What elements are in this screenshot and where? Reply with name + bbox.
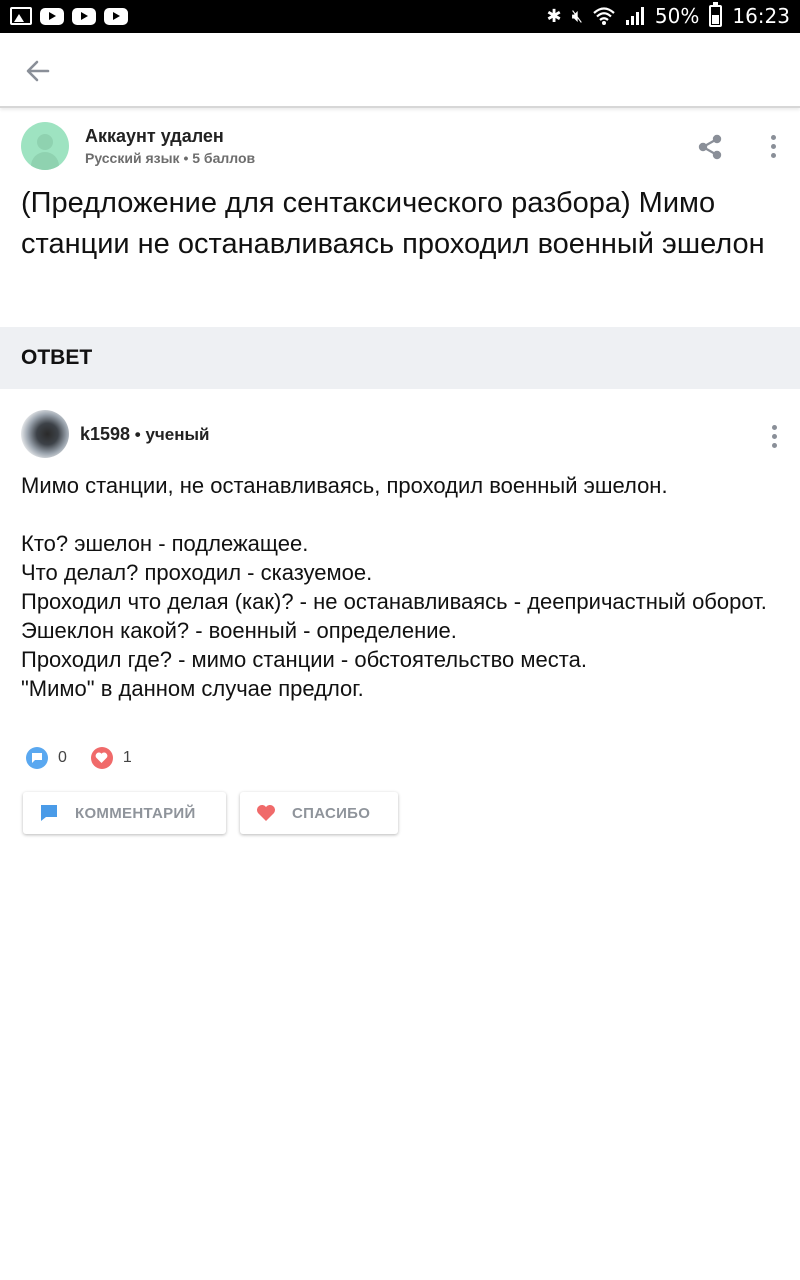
comment-icon	[41, 805, 57, 821]
wifi-icon	[593, 7, 615, 25]
status-bar: ✱ 🔇︎ 50% 16:23	[0, 0, 800, 33]
share-button[interactable]	[695, 132, 725, 162]
more-vert-icon	[761, 132, 785, 158]
app-bar	[0, 33, 800, 108]
share-icon	[698, 134, 722, 160]
question-text: (Предложение для сентаксического разбора…	[21, 187, 765, 260]
heart-icon	[257, 805, 275, 821]
answer-line: Мимо станции, не останавливаясь, проходи…	[21, 473, 668, 498]
answer-line: Проходил что делая (как)? - не останавли…	[21, 589, 767, 614]
youtube-icon	[40, 7, 64, 25]
back-button[interactable]	[22, 55, 54, 87]
comment-icon	[26, 747, 48, 769]
answer-line: "Мимо" в данном случае предлог.	[21, 676, 364, 701]
answer-line: Эшеклон какой? - военный - определение.	[21, 618, 457, 643]
signal-icon	[625, 7, 644, 25]
avatar[interactable]	[21, 410, 69, 458]
thanks-button[interactable]: СПАСИБО	[240, 792, 398, 834]
answer-text: Мимо станции, не останавливаясь, проходи…	[21, 471, 781, 703]
gallery-icon	[10, 7, 32, 25]
answer-rank: ученый	[145, 425, 210, 444]
likes-count: 1	[122, 749, 132, 766]
arrow-left-icon	[26, 60, 50, 82]
bluetooth-icon: ✱	[546, 5, 562, 27]
question-subject[interactable]: Русский язык	[85, 150, 180, 166]
answer-author: k1598 • ученый	[80, 424, 210, 444]
comment-button[interactable]: КОММЕНТАРИЙ	[23, 792, 226, 834]
system-icons: ✱ 🔇︎ 50% 16:23	[546, 2, 790, 28]
answer-line: Проходил где? - мимо станции - обстоятел…	[21, 647, 587, 672]
question-points: 5 баллов	[192, 150, 256, 166]
battery-percent: 50%	[654, 4, 700, 28]
avatar[interactable]	[21, 122, 69, 170]
answer-more-options-button[interactable]	[762, 422, 786, 452]
answer-line: Кто? эшелон - подлежащее.	[21, 531, 309, 556]
thanks-button-label: СПАСИБО	[292, 804, 371, 822]
youtube-icon	[104, 7, 128, 25]
battery-icon	[709, 2, 723, 27]
comment-button-label: КОММЕНТАРИЙ	[75, 804, 196, 822]
comments-count: 0	[58, 749, 67, 766]
question-author[interactable]: Аккаунт удален	[85, 126, 224, 147]
answer-stats: 0 1	[26, 746, 156, 770]
heart-icon	[90, 747, 113, 769]
youtube-icon	[72, 7, 96, 25]
more-vert-icon	[762, 422, 786, 448]
mute-icon: 🔇︎	[571, 5, 583, 27]
answer-username[interactable]: k1598	[80, 424, 130, 444]
answer-line: Что делал? проходил - сказуемое.	[21, 560, 373, 585]
question-header: Аккаунт удален Русский язык • 5 баллов	[21, 122, 781, 172]
more-options-button[interactable]	[761, 132, 785, 162]
notification-icons	[10, 7, 128, 25]
answer-section-title: ОТВЕТ	[21, 346, 93, 369]
answer-section-header: ОТВЕТ	[0, 327, 800, 389]
clock: 16:23	[732, 4, 790, 28]
question-meta: Русский язык • 5 баллов	[85, 150, 256, 166]
